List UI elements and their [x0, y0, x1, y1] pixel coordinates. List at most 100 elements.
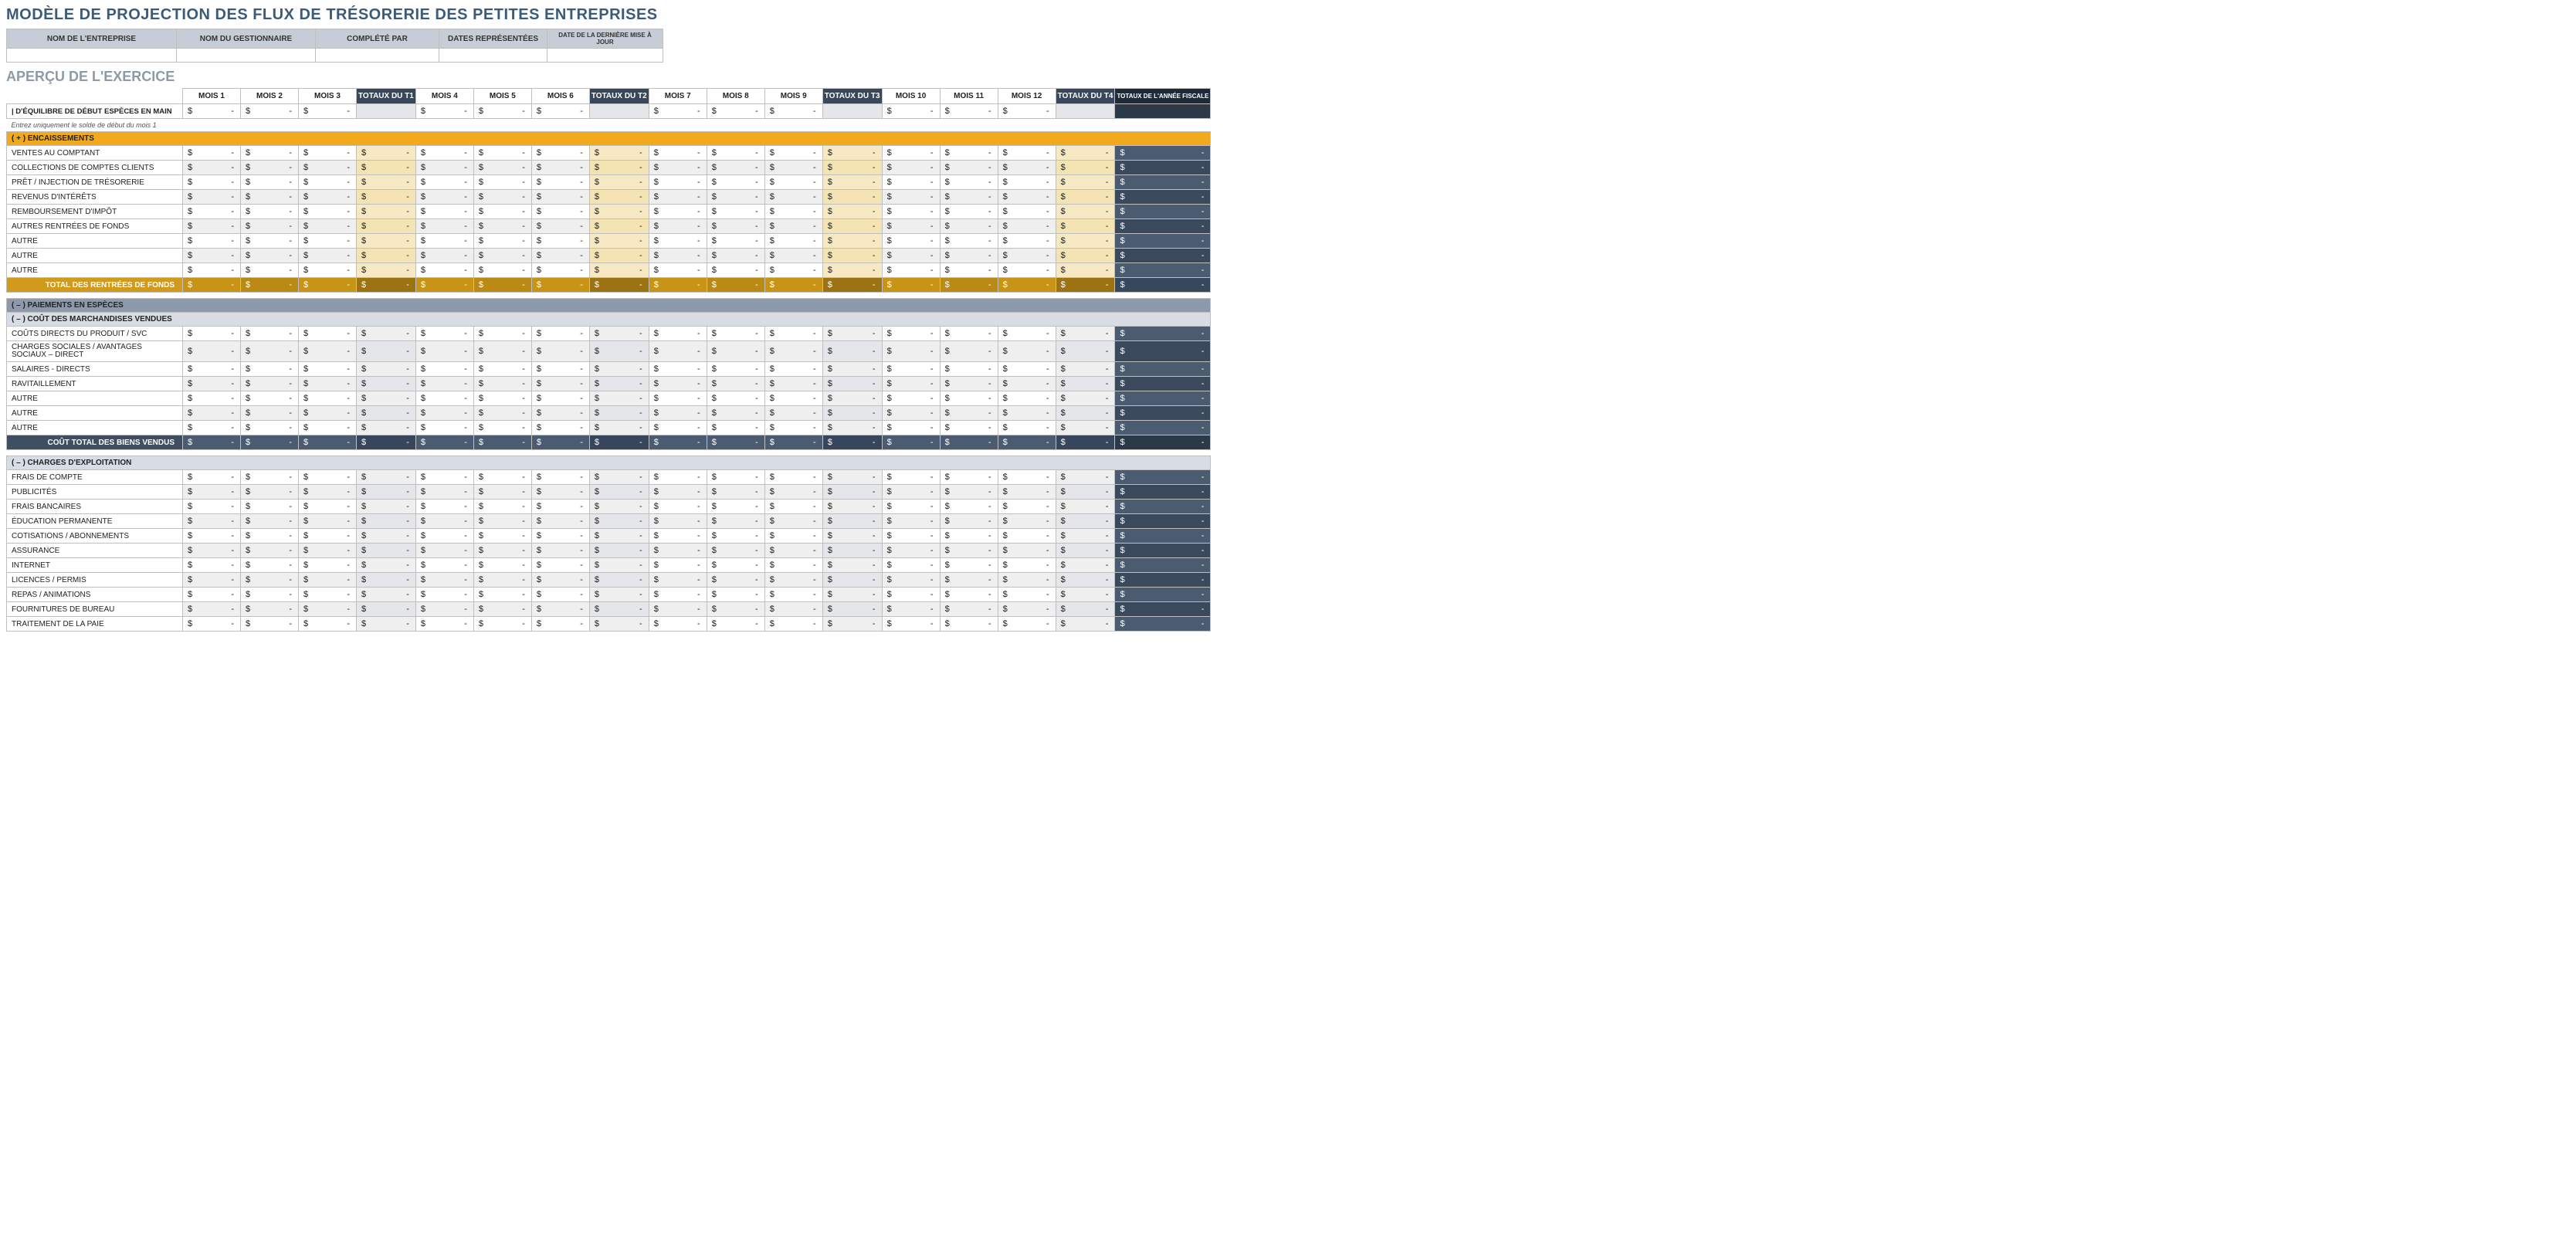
cell-m4[interactable] [415, 104, 473, 119]
cell-m10[interactable] [882, 406, 940, 421]
cell-m10[interactable] [882, 470, 940, 485]
cell-m11[interactable] [940, 514, 998, 529]
cell-m6[interactable] [531, 175, 589, 190]
cell-m9[interactable] [764, 573, 822, 588]
cell-m5[interactable] [473, 161, 531, 175]
cell-m8[interactable] [707, 327, 764, 341]
cell-m2[interactable] [241, 175, 299, 190]
cell-m9[interactable] [764, 529, 822, 544]
cell-m8[interactable] [707, 514, 764, 529]
cell-m10[interactable] [882, 249, 940, 263]
cell-m12[interactable] [998, 406, 1056, 421]
cell-m3[interactable] [299, 485, 357, 500]
info-completedby-input[interactable] [316, 49, 439, 63]
cell-m8[interactable] [707, 175, 764, 190]
cell-m1[interactable] [183, 219, 241, 234]
cell-m12[interactable] [998, 617, 1056, 632]
cell-m7[interactable] [649, 529, 707, 544]
cell-m12[interactable] [998, 205, 1056, 219]
cell-m5[interactable] [473, 249, 531, 263]
cell-m1[interactable] [183, 377, 241, 391]
cell-m11[interactable] [940, 558, 998, 573]
cell-m5[interactable] [473, 485, 531, 500]
cell-m5[interactable] [473, 544, 531, 558]
cell-m4[interactable] [415, 263, 473, 278]
cell-m7[interactable] [649, 588, 707, 602]
cell-m4[interactable] [415, 327, 473, 341]
cell-m7[interactable] [649, 234, 707, 249]
cell-m4[interactable] [415, 470, 473, 485]
cell-m9[interactable] [764, 558, 822, 573]
cell-m5[interactable] [473, 514, 531, 529]
cell-m5[interactable] [473, 573, 531, 588]
cell-m8[interactable] [707, 421, 764, 435]
cell-m3[interactable] [299, 175, 357, 190]
cell-m8[interactable] [707, 406, 764, 421]
cell-m9[interactable] [764, 500, 822, 514]
cell-m6[interactable] [531, 146, 589, 161]
cell-m1[interactable] [183, 391, 241, 406]
cell-m10[interactable] [882, 362, 940, 377]
cell-m2[interactable] [241, 263, 299, 278]
cell-m7[interactable] [649, 341, 707, 362]
cell-m12[interactable] [998, 588, 1056, 602]
cell-m2[interactable] [241, 219, 299, 234]
cell-m11[interactable] [940, 327, 998, 341]
cell-m9[interactable] [764, 377, 822, 391]
cell-m7[interactable] [649, 421, 707, 435]
cell-m5[interactable] [473, 406, 531, 421]
cell-m4[interactable] [415, 161, 473, 175]
info-dates-input[interactable] [439, 49, 547, 63]
cell-m8[interactable] [707, 341, 764, 362]
cell-m6[interactable] [531, 421, 589, 435]
cell-m12[interactable] [998, 341, 1056, 362]
cell-m5[interactable] [473, 175, 531, 190]
cell-m11[interactable] [940, 588, 998, 602]
cell-m1[interactable] [183, 500, 241, 514]
cell-m1[interactable] [183, 327, 241, 341]
cell-m7[interactable] [649, 573, 707, 588]
info-lastupdate-input[interactable] [547, 49, 663, 63]
cell-m10[interactable] [882, 234, 940, 249]
cell-m11[interactable] [940, 104, 998, 119]
cell-m7[interactable] [649, 190, 707, 205]
info-manager-input[interactable] [177, 49, 316, 63]
cell-m3[interactable] [299, 421, 357, 435]
cell-m9[interactable] [764, 602, 822, 617]
cell-m3[interactable] [299, 391, 357, 406]
cell-m11[interactable] [940, 249, 998, 263]
cell-m6[interactable] [531, 529, 589, 544]
cell-m7[interactable] [649, 205, 707, 219]
cell-m11[interactable] [940, 161, 998, 175]
cell-m9[interactable] [764, 588, 822, 602]
cell-m9[interactable] [764, 514, 822, 529]
cell-m12[interactable] [998, 391, 1056, 406]
cell-m6[interactable] [531, 544, 589, 558]
cell-m9[interactable] [764, 362, 822, 377]
cell-m2[interactable] [241, 617, 299, 632]
cell-m12[interactable] [998, 544, 1056, 558]
cell-m1[interactable] [183, 263, 241, 278]
cell-m3[interactable] [299, 263, 357, 278]
cell-m1[interactable] [183, 146, 241, 161]
cell-m12[interactable] [998, 249, 1056, 263]
cell-m5[interactable] [473, 190, 531, 205]
cell-m7[interactable] [649, 249, 707, 263]
cell-m1[interactable] [183, 544, 241, 558]
cell-m2[interactable] [241, 544, 299, 558]
cell-m9[interactable] [764, 327, 822, 341]
cell-m8[interactable] [707, 588, 764, 602]
cell-m8[interactable] [707, 529, 764, 544]
cell-m2[interactable] [241, 500, 299, 514]
cell-m3[interactable] [299, 529, 357, 544]
cell-m2[interactable] [241, 341, 299, 362]
cell-m12[interactable] [998, 558, 1056, 573]
cell-m8[interactable] [707, 263, 764, 278]
cell-m12[interactable] [998, 500, 1056, 514]
cell-m9[interactable] [764, 406, 822, 421]
cell-m11[interactable] [940, 341, 998, 362]
cell-m7[interactable] [649, 544, 707, 558]
cell-m10[interactable] [882, 104, 940, 119]
cell-m10[interactable] [882, 190, 940, 205]
cell-m2[interactable] [241, 406, 299, 421]
